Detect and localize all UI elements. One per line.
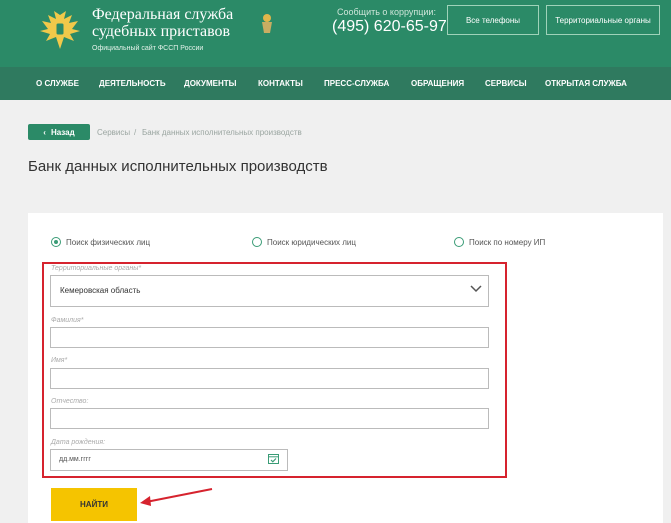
region-label: Территориальные органы*: [51, 265, 142, 272]
radio-label-ip-number: Поиск по номеру ИП: [469, 237, 546, 247]
region-selected-value: Кемеровская область: [60, 286, 141, 295]
radio-legal-entities[interactable]: Поиск юридических лиц: [252, 237, 356, 247]
all-phones-button[interactable]: Все телефоны: [447, 5, 539, 35]
chevron-left-icon: ‹: [43, 127, 46, 137]
patronymic-input[interactable]: [50, 408, 489, 429]
radio-ip-number[interactable]: Поиск по номеру ИП: [454, 237, 545, 247]
radio-button[interactable]: [252, 237, 262, 247]
back-button[interactable]: ‹ Назад: [28, 124, 90, 140]
org-subtitle: Официальный сайт ФССП России: [92, 45, 204, 52]
nav-item-contacts[interactable]: КОНТАКТЫ: [258, 67, 303, 100]
hotline-phone[interactable]: (495) 620-65-97: [332, 18, 447, 36]
page-title: Банк данных исполнительных производств: [28, 158, 328, 175]
breadcrumb-current: Банк данных исполнительных производств: [142, 128, 302, 137]
nav-item-about[interactable]: О СЛУЖБЕ: [36, 67, 79, 100]
chevron-down-icon: [470, 285, 482, 293]
radio-label-individuals: Поиск физических лиц: [66, 237, 151, 247]
nav-item-appeals[interactable]: ОБРАЩЕНИЯ: [411, 67, 464, 100]
birthdate-placeholder: дд.мм.гггг: [59, 456, 91, 463]
site-header: Федеральная служба судебных приставов Оф…: [0, 0, 671, 67]
back-button-label: Назад: [50, 127, 75, 137]
radio-individuals[interactable]: Поиск физических лиц: [51, 237, 150, 247]
nav-item-services[interactable]: СЕРВИСЫ: [485, 67, 527, 100]
lastname-input[interactable]: [50, 327, 489, 348]
lastname-label: Фамилия*: [51, 317, 84, 324]
radio-button-checked[interactable]: [51, 237, 61, 247]
nav-item-documents[interactable]: ДОКУМЕНТЫ: [184, 67, 236, 100]
nav-item-activity[interactable]: ДЕЯТЕЛЬНОСТЬ: [99, 67, 166, 100]
fssp-emblem-icon[interactable]: [36, 9, 84, 53]
territorial-bodies-button[interactable]: Территориальные органы: [546, 5, 660, 35]
calendar-icon[interactable]: [268, 453, 279, 464]
corruption-label: Сообщить о коррупции:: [337, 7, 436, 17]
breadcrumb-services[interactable]: Сервисы: [97, 128, 130, 137]
firstname-input[interactable]: [50, 368, 489, 389]
find-button[interactable]: НАЙТИ: [51, 488, 137, 521]
breadcrumb-separator: /: [134, 128, 137, 137]
main-nav: О СЛУЖБЕ ДЕЯТЕЛЬНОСТЬ ДОКУМЕНТЫ КОНТАКТЫ…: [0, 67, 671, 100]
nav-item-open-service[interactable]: ОТКРЫТАЯ СЛУЖБА: [545, 67, 627, 100]
nav-item-press[interactable]: ПРЕСС-СЛУЖБА: [324, 67, 389, 100]
firstname-label: Имя*: [51, 357, 68, 364]
patronymic-label: Отчество:: [51, 398, 89, 405]
org-title[interactable]: Федеральная служба судебных приставов: [92, 6, 262, 40]
radio-label-legal-entities: Поиск юридических лиц: [267, 237, 356, 247]
badge-icon: [262, 14, 272, 33]
red-arrow-icon: [140, 488, 213, 506]
radio-button[interactable]: [454, 237, 464, 247]
birthdate-label: Дата рождения:: [51, 439, 106, 446]
